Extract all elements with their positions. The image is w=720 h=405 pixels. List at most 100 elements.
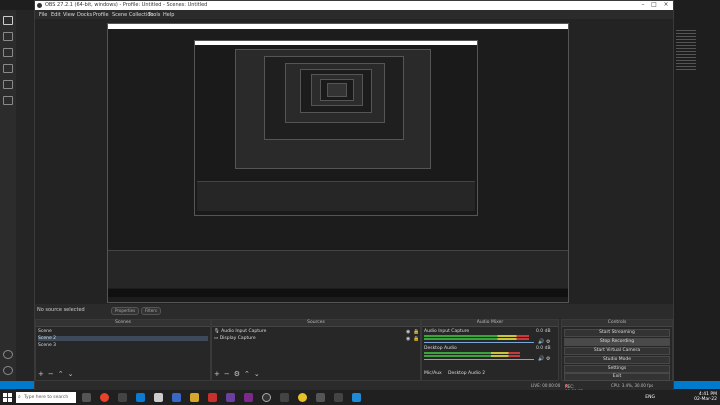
sources-dock: Sources 🎙 Audio Input Capture ▭ Display …: [211, 319, 421, 381]
gear-icon[interactable]: ⚙: [234, 370, 240, 378]
start-streaming-button[interactable]: Start Streaming: [564, 329, 670, 337]
source-control-icon[interactable]: [3, 48, 13, 57]
account-icon[interactable]: [3, 350, 13, 359]
remote-icon[interactable]: [3, 96, 13, 105]
add-source-button[interactable]: +: [214, 370, 220, 378]
audio-mixer-header: Audio Mixer: [422, 320, 558, 327]
remove-scene-button[interactable]: −: [48, 370, 54, 378]
app-icon[interactable]: [154, 393, 163, 402]
source-label: Audio Input Capture: [221, 329, 267, 334]
app-icon[interactable]: [316, 393, 325, 402]
volume-slider[interactable]: [424, 342, 534, 343]
scene-item[interactable]: Scene 2: [38, 336, 208, 341]
controls-header: Controls: [562, 320, 672, 327]
menu-profile[interactable]: Profile: [93, 12, 109, 18]
studio-mode-button[interactable]: Studio Mode: [564, 356, 670, 364]
file-explorer-icon[interactable]: [190, 393, 199, 402]
window-title: OBS 27.2.1 (64-bit, windows) - Profile: …: [45, 2, 208, 8]
mixer-channel-name: Audio Input Capture: [424, 329, 470, 334]
source-status-message: No source selected: [37, 307, 85, 313]
move-down-icon[interactable]: ⌄: [68, 370, 74, 378]
gear-icon[interactable]: ⚙: [546, 356, 550, 362]
monitor-icon: ▭: [214, 336, 219, 341]
app-icon[interactable]: [208, 393, 217, 402]
source-label: Display Capture: [219, 336, 256, 341]
explorer-panel: [16, 10, 36, 381]
scene-item[interactable]: Scene 3: [38, 343, 56, 348]
scene-item[interactable]: Scene: [38, 329, 52, 334]
move-up-icon[interactable]: ⌃: [244, 370, 250, 378]
start-virtual-camera-button[interactable]: Start Virtual Camera: [564, 347, 670, 355]
obs-taskbar-icon[interactable]: [262, 393, 271, 402]
mixer-channel-db: 0.0 dB: [536, 329, 551, 334]
app-icon[interactable]: [226, 393, 235, 402]
maximize-button[interactable]: □: [650, 2, 658, 8]
menu-view[interactable]: View: [63, 12, 75, 18]
close-button[interactable]: ×: [662, 2, 670, 8]
browser-icon[interactable]: [100, 393, 109, 402]
properties-button[interactable]: Properties: [111, 307, 140, 315]
vscode-taskbar-icon[interactable]: [352, 393, 361, 402]
menu-tools[interactable]: Tools: [148, 12, 160, 18]
volume-meter: [424, 335, 529, 337]
app-icon[interactable]: [118, 393, 127, 402]
microphone-icon: 🎙: [214, 329, 220, 334]
menu-docks[interactable]: Docks: [77, 12, 92, 18]
search-icon: ⌕: [18, 394, 21, 400]
scenes-dock: Scenes Scene Scene 2 Scene 3 + − ⌃ ⌄: [35, 319, 211, 381]
clock-date[interactable]: 02-Mar-22: [694, 397, 717, 402]
menu-bar: File Edit View Docks Profile Scene Colle…: [35, 10, 673, 19]
remove-source-button[interactable]: −: [224, 370, 230, 378]
nested-screen-3: [235, 49, 431, 169]
source-item[interactable]: ▭ Display Capture: [214, 336, 256, 341]
stop-recording-button[interactable]: Stop Recording: [564, 338, 670, 346]
activity-bar: [0, 10, 16, 390]
taskbar-search-box[interactable]: ⌕ Type here to search: [16, 392, 76, 403]
audio-mixer-dock: Audio Mixer Audio Input Capture 0.0 dB 🔊…: [421, 319, 559, 381]
files-icon[interactable]: [3, 16, 13, 25]
menu-file[interactable]: File: [39, 12, 47, 18]
eye-icon[interactable]: ◉: [406, 329, 410, 335]
scenes-toolbar: + − ⌃ ⌄: [38, 370, 78, 378]
preview-canvas[interactable]: [107, 23, 569, 303]
menu-edit[interactable]: Edit: [51, 12, 61, 18]
speaker-icon[interactable]: 🔊: [538, 339, 544, 345]
app-icon[interactable]: [334, 393, 343, 402]
search-icon[interactable]: [3, 32, 13, 41]
cpu-fps: CPU: 3.4%, 30.00 fps: [611, 383, 654, 388]
source-item[interactable]: 🎙 Audio Input Capture: [214, 329, 266, 334]
nested-screen-2: [194, 40, 478, 216]
speaker-icon[interactable]: 🔊: [538, 356, 544, 362]
add-scene-button[interactable]: +: [38, 370, 44, 378]
move-down-icon[interactable]: ⌄: [254, 370, 260, 378]
app-icon[interactable]: [172, 393, 181, 402]
app-icon[interactable]: [298, 393, 307, 402]
task-view-icon[interactable]: [82, 393, 91, 402]
extensions-icon[interactable]: [3, 80, 13, 89]
controls-dock: Controls Start Streaming Stop Recording …: [561, 319, 673, 381]
settings-button[interactable]: Settings: [564, 365, 670, 373]
volume-meter: [424, 355, 520, 357]
search-placeholder: Type here to search: [24, 395, 69, 400]
gear-icon[interactable]: ⚙: [546, 339, 550, 345]
filters-button[interactable]: Filters: [141, 307, 161, 315]
lang-indicator[interactable]: ENG: [645, 395, 655, 400]
app-icon[interactable]: [136, 393, 145, 402]
app-icon[interactable]: [280, 393, 289, 402]
gear-icon[interactable]: [3, 366, 13, 375]
debug-icon[interactable]: [3, 64, 13, 73]
obs-logo-icon: [37, 3, 42, 8]
app-icon[interactable]: [244, 393, 253, 402]
preview-area[interactable]: [35, 19, 673, 304]
minimize-button[interactable]: –: [639, 2, 647, 8]
eye-icon[interactable]: ◉: [406, 336, 410, 342]
mixer-channel-name: Mic/Aux: [424, 371, 442, 376]
windows-start-icon[interactable]: [3, 393, 12, 402]
volume-slider[interactable]: [424, 359, 534, 360]
exit-button[interactable]: Exit: [564, 373, 670, 381]
menu-help[interactable]: Help: [163, 12, 174, 18]
lock-icon[interactable]: 🔒: [413, 329, 419, 335]
lock-icon[interactable]: 🔒: [413, 336, 419, 342]
move-up-icon[interactable]: ⌃: [58, 370, 64, 378]
nested-screen-1: [107, 23, 569, 303]
